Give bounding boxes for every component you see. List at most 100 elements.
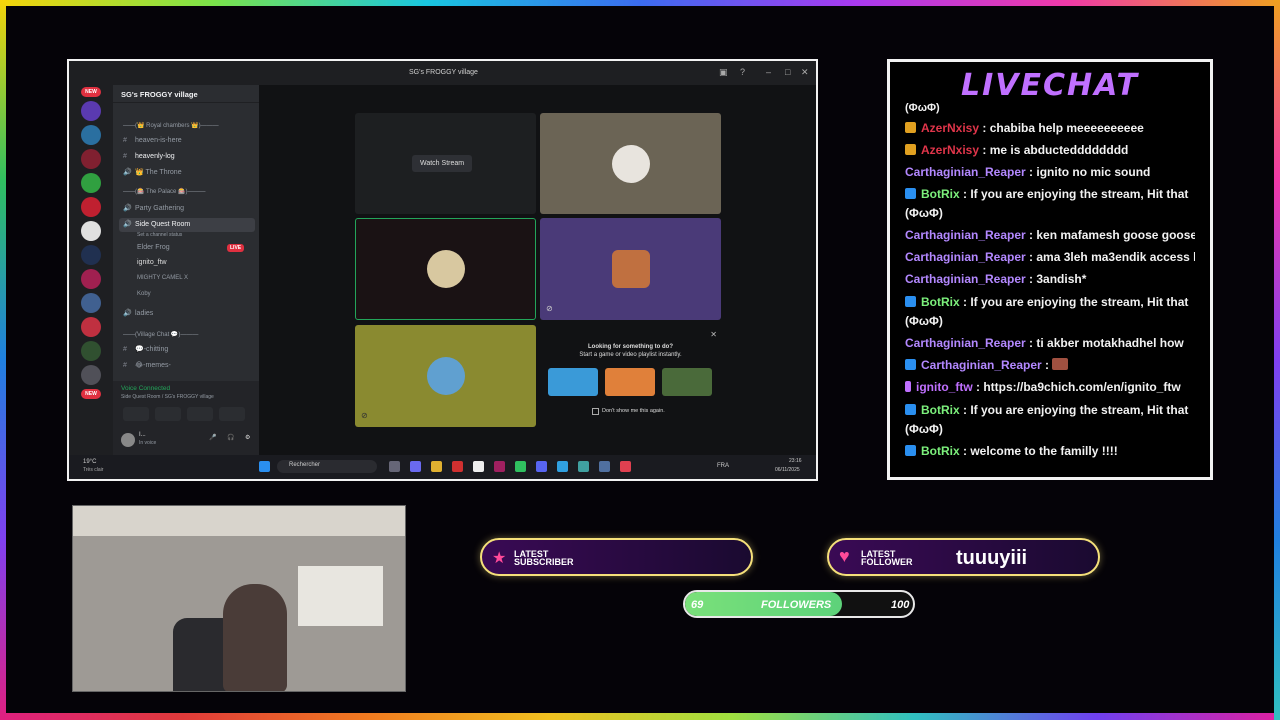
chrome-icon[interactable] (557, 461, 568, 472)
maximize-icon[interactable]: □ (785, 67, 790, 77)
voice-connected-sub[interactable]: Side Quest Room / SG's FROGGY village (121, 394, 251, 400)
screenshare-button[interactable] (155, 407, 181, 421)
activity-prompt: ✕ Looking for something to do? Start a g… (540, 325, 721, 427)
user-tile[interactable]: ⊘ (540, 218, 721, 320)
teams-icon[interactable] (410, 461, 421, 472)
clock-date[interactable]: 06/11/2025 (775, 467, 800, 473)
webcam-ceiling (73, 506, 405, 536)
chat-text: (ΦωΦ) (905, 206, 943, 220)
channel-status[interactable]: Set a channel status (119, 228, 255, 242)
app-icon[interactable] (452, 461, 463, 472)
activity-thumbnail[interactable] (662, 368, 712, 396)
channel-item[interactable]: 🔊 👑 The Throne (119, 166, 255, 180)
server-icon[interactable] (81, 365, 101, 385)
close-icon[interactable]: ✕ (710, 330, 717, 339)
app-icon[interactable] (473, 461, 484, 472)
latest-follower-alert: ♥ LATEST FOLLOWER tuuuyiii (827, 538, 1100, 576)
close-icon[interactable]: ✕ (801, 67, 809, 78)
hash-icon: # (123, 346, 127, 353)
server-icon[interactable] (81, 101, 101, 121)
voice-user[interactable]: Koby (119, 287, 255, 301)
category-royal-chambers[interactable]: ——(👑 Royal chambers 👑)——— (119, 119, 255, 133)
chat-user: Carthaginian_Reaper (905, 250, 1026, 264)
channel-item[interactable]: # 😂-memes- (119, 359, 255, 373)
channel-item[interactable]: # 💬-chitting (119, 343, 255, 357)
language-indicator[interactable]: FRA (717, 463, 729, 469)
server-icon[interactable] (81, 293, 101, 313)
channel-item[interactable]: 🔊 Party Gathering (119, 202, 255, 216)
watch-stream-button[interactable]: Watch Stream (412, 155, 473, 172)
chat-message: Carthaginian_Reaper : (905, 356, 1195, 374)
weather-temp[interactable]: 19°C (83, 459, 96, 465)
app-icon[interactable] (494, 461, 505, 472)
app-icon[interactable] (578, 461, 589, 472)
activity-thumbnail[interactable] (548, 368, 598, 396)
live-badge: LIVE (227, 244, 245, 252)
activities-button[interactable] (187, 407, 213, 421)
app-icon[interactable] (620, 461, 631, 472)
discord-icon[interactable] (536, 461, 547, 472)
follower-goal-bar: 69 FOLLOWERS 100 (683, 590, 915, 618)
window-title: SG's FROGGY village (409, 69, 478, 76)
start-icon[interactable] (259, 461, 270, 472)
settings-icon[interactable] (599, 461, 610, 472)
hash-icon: # (123, 362, 127, 369)
server-icon[interactable] (81, 197, 101, 217)
taskview-icon[interactable] (389, 461, 400, 472)
server-icon[interactable] (81, 317, 101, 337)
headset-icon[interactable]: 🎧 (227, 434, 234, 441)
channel-label: heavenly-log (135, 153, 175, 160)
camera-button[interactable] (123, 407, 149, 421)
chat-message: Carthaginian_Reaper : ti akber motakhadh… (905, 334, 1195, 352)
taskbar-search[interactable]: Rechercher (277, 460, 377, 473)
channel-item[interactable]: # heavenly-log (119, 150, 255, 164)
dont-show-checkbox[interactable] (592, 408, 599, 415)
soundboard-button[interactable] (219, 407, 245, 421)
server-icon[interactable] (81, 125, 101, 145)
chat-message: AzerNxisy : chabiba help meeeeeeeeee (905, 119, 1195, 137)
bot-badge-icon (905, 445, 916, 456)
voice-user[interactable]: MIGHTY CAMEL X (119, 271, 255, 285)
whatsapp-icon[interactable] (515, 461, 526, 472)
chat-text: : (1045, 358, 1050, 372)
chat-message: (ΦωΦ) (905, 99, 1195, 117)
category-palace[interactable]: ——(🎰 The Palace 🎰)——— (119, 185, 255, 199)
activity-subtitle: Start a game or video playlist instantly… (579, 352, 682, 358)
voice-user[interactable]: ignito_ftw (119, 256, 255, 270)
mic-icon[interactable]: 🎤 (209, 434, 216, 441)
crown-badge-icon (905, 144, 916, 155)
server-name[interactable]: SG's FROGGY village (113, 85, 259, 103)
chat-user: Carthaginian_Reaper (905, 165, 1026, 179)
channel-item[interactable]: 🔊 ladies (119, 307, 255, 321)
chat-message: BotRix : welcome to the familly !!!! (905, 442, 1195, 460)
new-badge: NEW (81, 389, 101, 399)
subscriber-label-2: SUBSCRIBER (514, 557, 574, 567)
minimize-icon[interactable]: – (766, 67, 771, 77)
server-icon[interactable] (81, 221, 101, 241)
chat-message: Carthaginian_Reaper : ama 3leh ma3endik … (905, 248, 1195, 266)
activity-thumbnail[interactable] (605, 368, 655, 396)
channel-label: 👑 The Throne (135, 169, 182, 176)
explorer-icon[interactable] (431, 461, 442, 472)
server-icon[interactable] (81, 341, 101, 361)
server-icon[interactable] (81, 173, 101, 193)
category-village-chat[interactable]: ——(Village Chat 💬)——— (119, 328, 255, 342)
avatar[interactable] (121, 433, 135, 447)
channel-item[interactable]: # heaven-is-here (119, 134, 255, 148)
help-icon[interactable]: ? (740, 67, 745, 77)
speaker-icon: 🔊 (123, 310, 132, 317)
server-icon[interactable] (81, 269, 101, 289)
channel-label: ladies (135, 310, 154, 317)
server-icon[interactable] (81, 245, 101, 265)
clock-time[interactable]: 23:16 (789, 458, 802, 464)
chat-text: : https://ba9chich.com/en/ignito_ftw (976, 380, 1181, 394)
server-icon[interactable] (81, 149, 101, 169)
gear-icon[interactable]: ⚙ (245, 434, 250, 441)
user-tile-speaking[interactable] (355, 218, 536, 320)
user-tile[interactable] (540, 113, 721, 214)
inbox-icon[interactable]: ▣ (719, 67, 728, 78)
user-tile[interactable]: ⊘ (355, 325, 536, 427)
channel-label: 😂-memes- (135, 362, 171, 369)
webcam-window (298, 566, 383, 626)
stream-tile[interactable]: Watch Stream (355, 113, 536, 214)
